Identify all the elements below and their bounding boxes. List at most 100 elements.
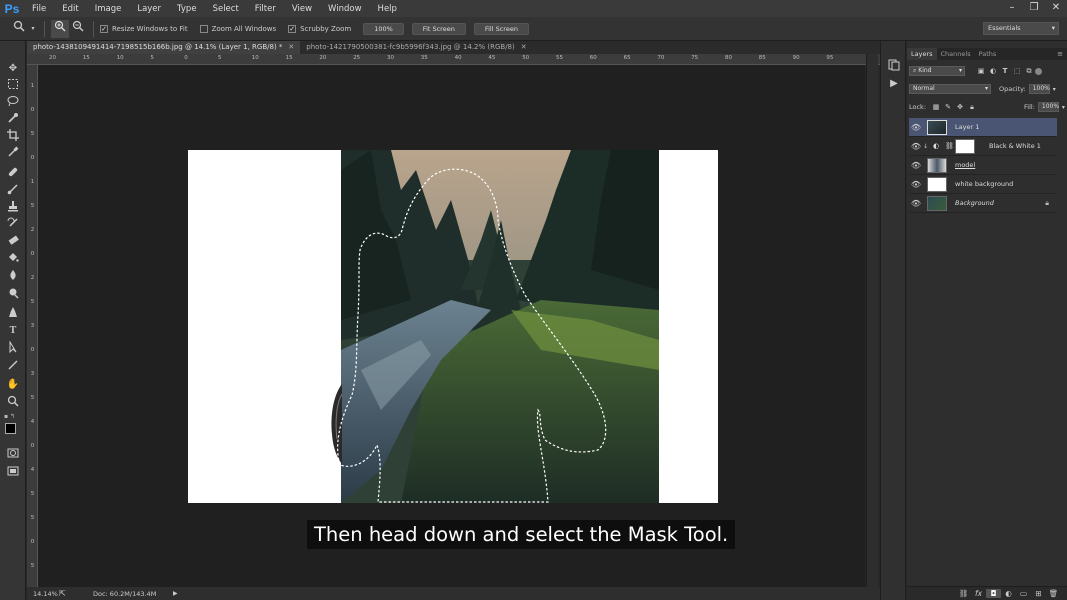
close-button[interactable]: ✕: [1045, 0, 1067, 17]
tab-paths[interactable]: Paths: [975, 48, 1001, 60]
marquee-tool-icon[interactable]: [5, 78, 21, 94]
play-actions-icon[interactable]: ▶: [887, 77, 901, 91]
zoom-tool-icon[interactable]: [10, 20, 28, 38]
path-selection-tool-icon[interactable]: [5, 340, 21, 357]
menu-window[interactable]: Window: [320, 4, 370, 14]
menu-select[interactable]: Select: [205, 4, 247, 14]
fill-screen-button[interactable]: Fill Screen: [473, 22, 529, 35]
foreground-color-swatch[interactable]: [5, 423, 16, 434]
menu-view[interactable]: View: [284, 4, 320, 14]
minimize-button[interactable]: –: [1001, 0, 1023, 17]
chevron-down-icon[interactable]: ▾: [1062, 104, 1065, 111]
zoom-in-icon[interactable]: [51, 19, 69, 38]
line-tool-icon[interactable]: [5, 359, 21, 375]
doc-size: Doc: 60.2M/143.4M: [93, 589, 157, 598]
tab-channels[interactable]: Channels: [937, 48, 975, 60]
pen-tool-icon[interactable]: [5, 306, 21, 322]
layer-row-white-background[interactable]: 👁︎ white background: [909, 175, 1057, 194]
visibility-eye-icon[interactable]: 👁︎: [909, 123, 923, 132]
filter-pixel-icon[interactable]: ▣: [975, 66, 987, 76]
history-icon[interactable]: [887, 59, 901, 73]
link-icon[interactable]: ⛓︎: [945, 142, 954, 150]
menu-image[interactable]: Image: [87, 4, 130, 14]
filter-shape-icon[interactable]: ⬚: [1011, 66, 1023, 76]
swap-colors-icon[interactable]: ▪ ↰: [4, 413, 22, 421]
clone-stamp-tool-icon[interactable]: [5, 200, 21, 216]
workspace-select[interactable]: Essentials ▾: [983, 22, 1059, 35]
menu-file[interactable]: File: [24, 4, 54, 14]
filter-type-icon[interactable]: T: [999, 66, 1011, 76]
resize-windows-checkbox[interactable]: ✓ Resize Windows to Fit: [100, 24, 188, 33]
menu-edit[interactable]: Edit: [54, 4, 86, 14]
menu-layer[interactable]: Layer: [129, 4, 169, 14]
panel-menu-icon[interactable]: ≡: [1057, 48, 1063, 60]
tab-layers[interactable]: Layers: [907, 48, 937, 60]
layer-style-icon[interactable]: fx: [971, 589, 986, 598]
link-layers-icon[interactable]: ⛓︎: [956, 589, 971, 598]
visibility-eye-icon[interactable]: 👁︎: [909, 142, 923, 151]
zoom-all-windows-checkbox[interactable]: Zoom All Windows: [199, 24, 276, 33]
dodge-tool-icon[interactable]: [5, 287, 21, 303]
new-group-icon[interactable]: ▭: [1016, 589, 1031, 598]
crop-tool-icon[interactable]: [5, 129, 21, 145]
percent-100-button[interactable]: 100%: [363, 22, 404, 35]
layer-mask-thumbnail[interactable]: [955, 138, 975, 154]
menu-filter[interactable]: Filter: [247, 4, 284, 14]
add-mask-icon[interactable]: ◘: [986, 589, 1001, 598]
hand-tool-icon[interactable]: ✋: [5, 377, 21, 393]
filter-toggle-icon[interactable]: [1035, 67, 1042, 75]
layer-row-background[interactable]: 👁︎ Background 🔒︎: [909, 194, 1057, 213]
lock-position-icon[interactable]: ✥: [954, 102, 966, 112]
lock-all-icon[interactable]: 🔒︎: [966, 102, 978, 112]
lasso-tool-icon[interactable]: [5, 95, 21, 111]
filter-adjustment-icon[interactable]: ◐: [987, 66, 999, 76]
zoom-tool-icon[interactable]: [5, 395, 21, 411]
blur-tool-icon[interactable]: [5, 269, 21, 285]
eraser-tool-icon[interactable]: [5, 234, 21, 250]
filter-smart-object-icon[interactable]: ⧉: [1023, 66, 1035, 76]
screen-mode-icon[interactable]: [5, 465, 21, 481]
fit-screen-button[interactable]: Fit Screen: [411, 22, 466, 35]
lock-transparency-icon[interactable]: ▦: [930, 102, 942, 112]
delete-layer-icon[interactable]: 🗑︎: [1046, 589, 1061, 598]
restore-button[interactable]: ❐: [1023, 0, 1045, 17]
chevron-right-icon[interactable]: ▶: [173, 590, 178, 597]
chevron-down-icon[interactable]: ▾: [1053, 86, 1056, 93]
ruler-tick-label: 5: [30, 299, 35, 305]
history-brush-tool-icon[interactable]: [5, 217, 21, 233]
move-tool-icon[interactable]: ✥: [5, 61, 21, 77]
chevron-down-icon[interactable]: ▾: [28, 20, 38, 38]
fill-input[interactable]: 100%: [1037, 102, 1059, 112]
quick-selection-tool-icon[interactable]: [5, 112, 21, 128]
new-adjustment-icon[interactable]: ◐: [1001, 589, 1016, 598]
layer-row-layer-1[interactable]: 👁︎ Layer 1: [909, 118, 1057, 137]
opacity-input[interactable]: 100%: [1028, 84, 1050, 94]
eyedropper-tool-icon[interactable]: [5, 146, 21, 162]
menu-type[interactable]: Type: [169, 4, 205, 14]
blend-mode-select[interactable]: Normal ▾: [909, 84, 991, 94]
lock-image-icon[interactable]: ✎: [942, 102, 954, 112]
export-icon[interactable]: ⇱: [59, 589, 73, 598]
visibility-eye-icon[interactable]: 👁︎: [909, 199, 923, 208]
close-icon[interactable]: ✕: [521, 43, 527, 51]
tab-document-1[interactable]: photo-1438109491414-7198515b166b.jpg @ 1…: [27, 41, 301, 54]
new-layer-icon[interactable]: ⊞: [1031, 589, 1046, 598]
layer-row-model[interactable]: 👁︎ model: [909, 156, 1057, 175]
paint-bucket-tool-icon[interactable]: [5, 252, 21, 268]
healing-brush-tool-icon[interactable]: [5, 166, 21, 182]
layer-row-black-white-1[interactable]: 👁︎ ↓ ◐ ⛓︎ Black & White 1: [909, 137, 1057, 156]
zoom-out-icon[interactable]: [69, 20, 87, 38]
zoom-level[interactable]: 14.14%: [33, 590, 59, 598]
type-tool-icon[interactable]: T: [5, 323, 21, 339]
visibility-eye-icon[interactable]: 👁︎: [909, 161, 923, 170]
kind-select[interactable]: ⌕ Kind ▾: [909, 66, 965, 76]
menu-help[interactable]: Help: [370, 4, 405, 14]
vertical-scrollbar[interactable]: [866, 54, 878, 587]
tab-document-2[interactable]: photo-1421790500381-fc9b5996f343.jpg @ 1…: [300, 41, 532, 54]
visibility-eye-icon[interactable]: 👁︎: [909, 180, 923, 189]
close-icon[interactable]: ✕: [288, 43, 294, 51]
ruler-tick-label: 0: [30, 251, 35, 257]
brush-tool-icon[interactable]: [5, 183, 21, 199]
quick-mask-icon[interactable]: [5, 447, 21, 463]
scrubby-zoom-checkbox[interactable]: ✓ Scrubby Zoom: [288, 24, 351, 33]
